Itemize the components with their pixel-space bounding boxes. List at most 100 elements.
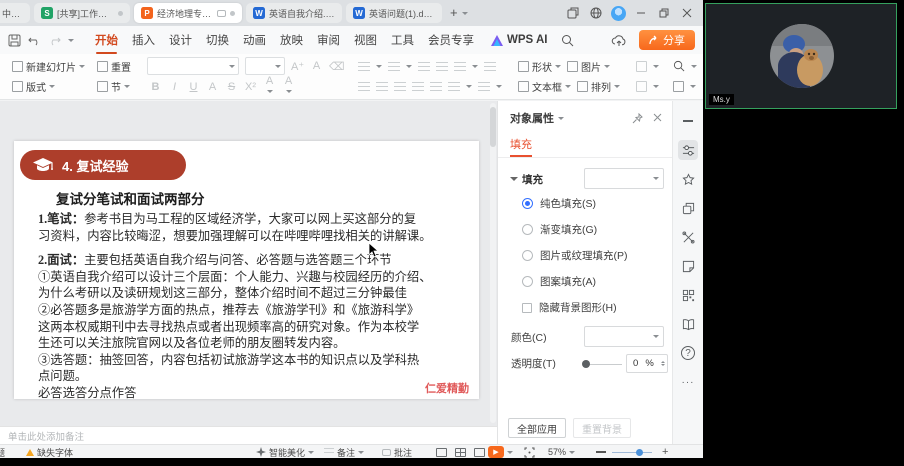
- find-icon[interactable]: [673, 60, 685, 72]
- fill-color-icon[interactable]: [636, 61, 647, 72]
- fill-tab[interactable]: 填充: [498, 132, 672, 158]
- video-call-overlay[interactable]: Ms.y: [705, 3, 897, 109]
- cloud-sync-icon[interactable]: [611, 34, 627, 47]
- fit-slide-button[interactable]: [524, 445, 535, 458]
- tab-layout-icon[interactable]: [565, 5, 581, 21]
- sticker-resource-icon[interactable]: [678, 256, 698, 276]
- radio-pattern-fill[interactable]: 图案填充(A): [522, 274, 672, 289]
- transparency-slider-knob[interactable]: [582, 360, 590, 368]
- radio-gradient-fill[interactable]: 渐变填充(G): [522, 222, 672, 237]
- document-tab-word1[interactable]: W 英语自我介绍.docx: [246, 3, 342, 23]
- tab-animation[interactable]: 动画: [236, 32, 273, 48]
- replace-icon[interactable]: [673, 81, 684, 92]
- font-size-combo[interactable]: [245, 57, 285, 75]
- share-button[interactable]: 分享: [639, 30, 695, 50]
- document-tab-word2[interactable]: W 英语问题(1).docx: [346, 3, 442, 23]
- document-tab-heritage[interactable]: 中国文化遗产概况: [0, 3, 30, 23]
- font-family-combo[interactable]: [147, 57, 239, 75]
- save-icon[interactable]: [8, 34, 21, 47]
- radio-solid-fill[interactable]: 纯色填充(S): [522, 196, 672, 211]
- fill-style-combo[interactable]: [584, 168, 664, 189]
- new-slide-button[interactable]: 新建幻灯片: [12, 59, 85, 74]
- text-direction-icon[interactable]: [484, 62, 496, 71]
- distribute-icon[interactable]: [430, 82, 442, 91]
- italic-button[interactable]: I: [168, 81, 181, 93]
- radio-picture-texture-fill[interactable]: 图片或纹理填充(P): [522, 248, 672, 263]
- qr-resource-icon[interactable]: [678, 285, 698, 305]
- reset-background-button[interactable]: 重置背景: [573, 418, 631, 438]
- search-icon[interactable]: [561, 34, 574, 47]
- align-right-icon[interactable]: [394, 82, 406, 91]
- missing-font-warning[interactable]: 缺失字体: [26, 445, 73, 458]
- transparency-slider[interactable]: [586, 364, 622, 365]
- line-spacing-icon[interactable]: [454, 62, 466, 71]
- shapes-button[interactable]: 形状: [518, 59, 561, 74]
- tab-home[interactable]: 开始: [88, 32, 125, 48]
- tab-member[interactable]: 会员专享: [421, 32, 481, 48]
- reset-slide-button[interactable]: 重置: [97, 59, 131, 74]
- increase-font-icon[interactable]: A⁺: [291, 60, 304, 73]
- columns-icon[interactable]: [448, 82, 460, 91]
- increase-indent-icon[interactable]: [436, 62, 448, 71]
- notes-bar[interactable]: 单击此处添加备注: [0, 426, 497, 444]
- outline-color-icon[interactable]: [636, 81, 647, 92]
- pin-icon[interactable]: [632, 113, 643, 124]
- slide-sorter-view-icon[interactable]: [455, 448, 466, 457]
- slide-layout-button[interactable]: 版式: [12, 79, 55, 94]
- zoom-level[interactable]: 57%: [548, 445, 575, 458]
- justify-icon[interactable]: [412, 82, 424, 91]
- close-panel-icon[interactable]: [653, 113, 662, 124]
- undo-icon[interactable]: [28, 35, 41, 46]
- normal-view-icon[interactable]: [436, 448, 447, 457]
- redo-icon[interactable]: [48, 35, 61, 46]
- align-center-icon[interactable]: [376, 82, 388, 91]
- slide[interactable]: 4. 复试经验 复试分笔试和面试两部分 1.笔试：参考书目为马工程的区域经济学，…: [14, 141, 479, 399]
- clear-format-icon[interactable]: ⌫: [329, 60, 342, 73]
- checkbox-hide-background[interactable]: 隐藏背景图形(H): [522, 300, 672, 315]
- restore-button[interactable]: [656, 5, 672, 21]
- spinner-icons[interactable]: [661, 359, 665, 368]
- minimize-button[interactable]: [633, 5, 649, 21]
- tab-transitions[interactable]: 切换: [199, 32, 236, 48]
- decrease-indent-icon[interactable]: [418, 62, 430, 71]
- fill-section-header[interactable]: 填充: [510, 172, 543, 187]
- font-color-button[interactable]: A: [263, 75, 276, 99]
- align-objects-icon[interactable]: [478, 82, 490, 91]
- tab-design[interactable]: 设计: [162, 32, 199, 48]
- align-left-icon[interactable]: [358, 82, 370, 91]
- slideshow-play-button[interactable]: ▶: [488, 445, 513, 458]
- transparency-input[interactable]: 0 %: [626, 354, 668, 373]
- reading-view-icon[interactable]: [474, 448, 485, 457]
- slide-canvas[interactable]: 4. 复试经验 复试分笔试和面试两部分 1.笔试：参考书目为马工程的区域经济学，…: [0, 101, 497, 426]
- highlight-color-button[interactable]: A: [282, 75, 295, 99]
- reference-book-icon[interactable]: [678, 314, 698, 334]
- paste-button-clipped[interactable]: [0, 56, 2, 97]
- document-tab-sheet[interactable]: S [共享]工作簿1.xlsx: [34, 3, 130, 23]
- bold-button[interactable]: B: [149, 81, 162, 93]
- smart-shapes-icon[interactable]: [678, 198, 698, 218]
- strikethrough-button[interactable]: S: [225, 81, 238, 93]
- new-tab-button[interactable]: +: [444, 5, 462, 22]
- comments-button[interactable]: 批注: [382, 445, 412, 458]
- section-button[interactable]: 节: [97, 79, 130, 94]
- slide-title-banner[interactable]: 4. 复试经验: [20, 150, 186, 180]
- account-avatar[interactable]: [611, 6, 626, 21]
- underline-button[interactable]: U: [187, 81, 200, 93]
- scrollbar-thumb[interactable]: [490, 107, 496, 147]
- arrange-button[interactable]: 排列: [577, 79, 620, 94]
- character-shading-button[interactable]: A: [206, 81, 219, 93]
- numbered-list-icon[interactable]: [388, 62, 400, 71]
- decrease-font-icon[interactable]: A: [310, 60, 323, 72]
- tab-slideshow[interactable]: 放映: [273, 32, 310, 48]
- more-options-icon[interactable]: [678, 372, 698, 392]
- tab-tools[interactable]: 工具: [384, 32, 421, 48]
- zoom-slider-knob[interactable]: [636, 449, 643, 456]
- tab-view[interactable]: 视图: [347, 32, 384, 48]
- wps-ai-button[interactable]: WPS AI: [491, 34, 547, 46]
- slide-body-text[interactable]: 1.笔试：参考书目为马工程的区域经济学，大家可以网上买这部分的复 习资料，内容比…: [38, 211, 468, 402]
- close-button[interactable]: [679, 5, 695, 21]
- zoom-in-button[interactable]: +: [662, 445, 668, 458]
- help-icon[interactable]: [678, 343, 698, 363]
- tab-list-caret-icon[interactable]: [462, 12, 468, 18]
- quick-access-caret-icon[interactable]: [68, 39, 74, 45]
